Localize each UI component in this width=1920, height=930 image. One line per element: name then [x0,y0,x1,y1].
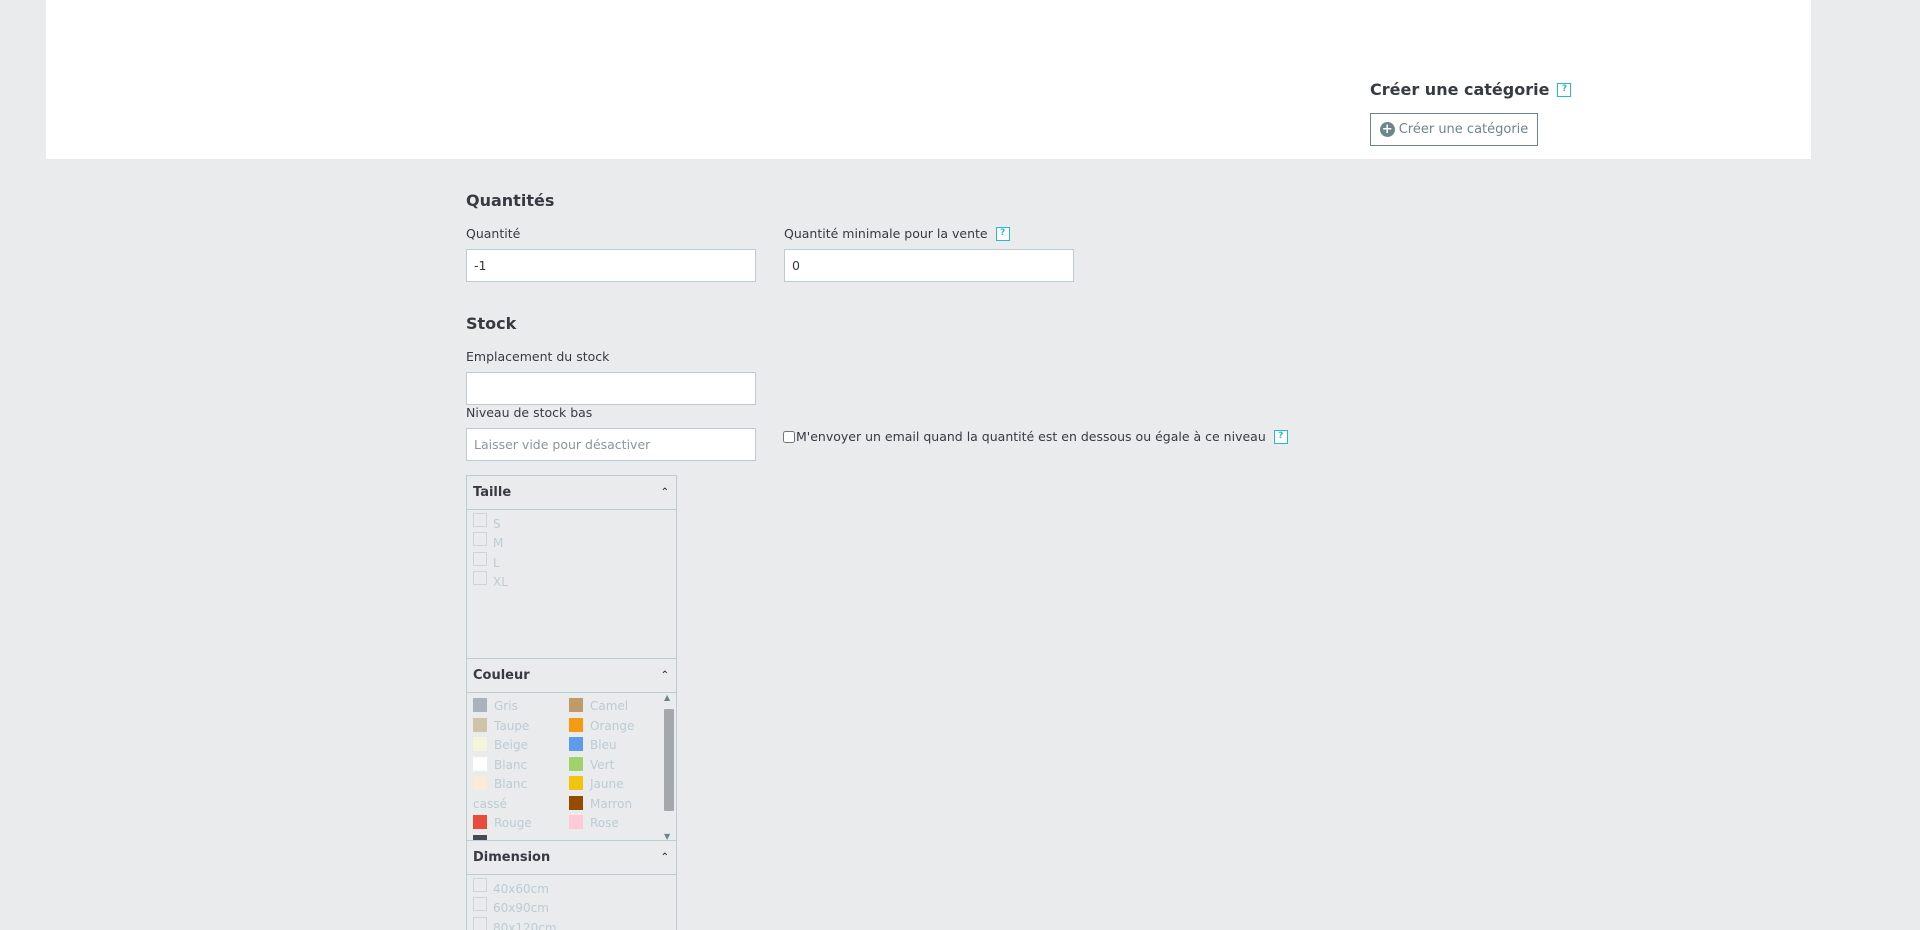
scrollbar-thumb[interactable] [664,709,674,811]
attribute-option[interactable]: 80x120cm [473,916,670,930]
scroll-up-arrow-icon[interactable]: ▲ [664,693,670,702]
color-swatch[interactable] [473,776,487,790]
color-option[interactable]: Rose [569,814,665,834]
quantity-label: Quantité [466,226,521,241]
color-swatch[interactable] [569,776,583,790]
color-swatch[interactable] [473,698,487,712]
chevron-up-icon[interactable]: ⌃ [661,487,669,498]
checkbox[interactable] [473,877,487,892]
attribute-option[interactable]: M [473,532,670,554]
stock-location-label: Emplacement du stock [466,349,610,364]
attribute-option[interactable]: S [473,512,670,534]
color-swatch[interactable] [569,756,583,771]
chevron-up-icon[interactable]: ⌃ [661,852,669,863]
create-category-heading: Créer une catégorie ? [1370,80,1572,99]
color-swatch[interactable] [569,815,583,829]
stock-location-input[interactable] [466,372,756,405]
help-icon[interactable]: ? [995,226,1010,241]
color-option[interactable] [473,834,569,840]
chevron-up-icon[interactable]: ⌃ [661,670,669,681]
min-quantity-label-row: Quantité minimale pour la vente ? [784,226,1010,241]
color-option[interactable]: Bleu [569,736,665,756]
size-group-header[interactable]: Taille ⌃ [467,476,676,510]
color-swatch[interactable] [569,737,583,751]
stock-title: Stock [466,314,517,333]
color-swatch[interactable] [569,698,583,712]
low-stock-email-checkbox[interactable] [783,430,795,443]
min-quantity-input[interactable] [784,249,1074,282]
attribute-option[interactable]: XL [473,571,670,593]
color-group-list: Gris Taupe Beige Blanc Blanc cassé Rouge… [467,693,676,841]
color-option[interactable]: Camel [569,697,665,717]
checkbox[interactable] [473,512,487,527]
color-option[interactable]: Blanc [473,756,569,776]
create-category-button-label: Créer une catégorie [1398,122,1529,137]
attribute-option[interactable]: 60x90cm [473,897,670,919]
low-stock-input[interactable] [466,428,756,461]
checkbox[interactable] [473,551,487,566]
low-stock-label: Niveau de stock bas [466,405,593,420]
help-icon[interactable]: ? [1273,429,1288,444]
help-icon[interactable]: ? [1557,82,1572,97]
quantities-title: Quantités [466,191,555,210]
color-option[interactable]: Marron [569,795,665,815]
low-stock-email-label[interactable]: M'envoyer un email quand la quantité est… [796,429,1266,444]
attributes-panel: Taille ⌃ S M L XL Couleur ⌃ Gris Taupe B… [466,475,677,930]
color-swatch[interactable] [473,815,487,829]
checkbox[interactable] [473,916,487,930]
dimension-group-list: 40x60cm 60x90cm 80x120cm [467,875,676,930]
color-option[interactable]: Beige [473,736,569,756]
quantity-input[interactable] [466,249,756,282]
color-scrollbar[interactable]: ▲ ▼ [663,693,675,840]
color-option[interactable]: Orange [569,717,665,737]
plus-circle-icon: + [1379,122,1395,137]
color-swatch[interactable] [569,717,583,732]
color-swatch[interactable] [473,717,487,732]
color-swatch[interactable] [473,756,487,771]
dimension-group-header[interactable]: Dimension ⌃ [467,841,676,875]
color-option[interactable]: Gris [473,697,569,717]
attribute-option[interactable]: 40x60cm [473,877,670,899]
create-category-title: Créer une catégorie [1370,80,1550,99]
scroll-down-arrow-icon[interactable]: ▼ [664,832,670,840]
dimension-group-title: Dimension [473,850,551,865]
low-stock-email-row: M'envoyer un email quand la quantité est… [783,429,1288,444]
color-column: Gris Taupe Beige Blanc Blanc cassé Rouge [473,697,569,840]
color-option[interactable]: Vert [569,756,665,776]
color-swatch[interactable] [473,737,487,751]
attribute-option[interactable]: L [473,551,670,573]
create-category-button[interactable]: + Créer une catégorie [1370,113,1538,146]
color-option[interactable]: Jaune [569,775,665,795]
checkbox[interactable] [473,571,487,586]
checkbox[interactable] [473,532,487,547]
color-swatch[interactable] [473,834,487,840]
checkbox[interactable] [473,897,487,912]
color-group-title: Couleur [473,668,530,683]
color-option[interactable]: Blanc cassé [473,775,537,814]
color-swatch[interactable] [569,795,583,810]
size-group-list: S M L XL [467,510,676,659]
size-group-title: Taille [473,485,512,500]
color-option[interactable]: Taupe [473,717,569,737]
color-option[interactable]: Rouge [473,814,569,834]
color-column: Camel Orange Bleu Vert Jaune Marron Rose [569,697,665,840]
color-group-header[interactable]: Couleur ⌃ [467,659,676,693]
min-quantity-label: Quantité minimale pour la vente [784,226,988,241]
